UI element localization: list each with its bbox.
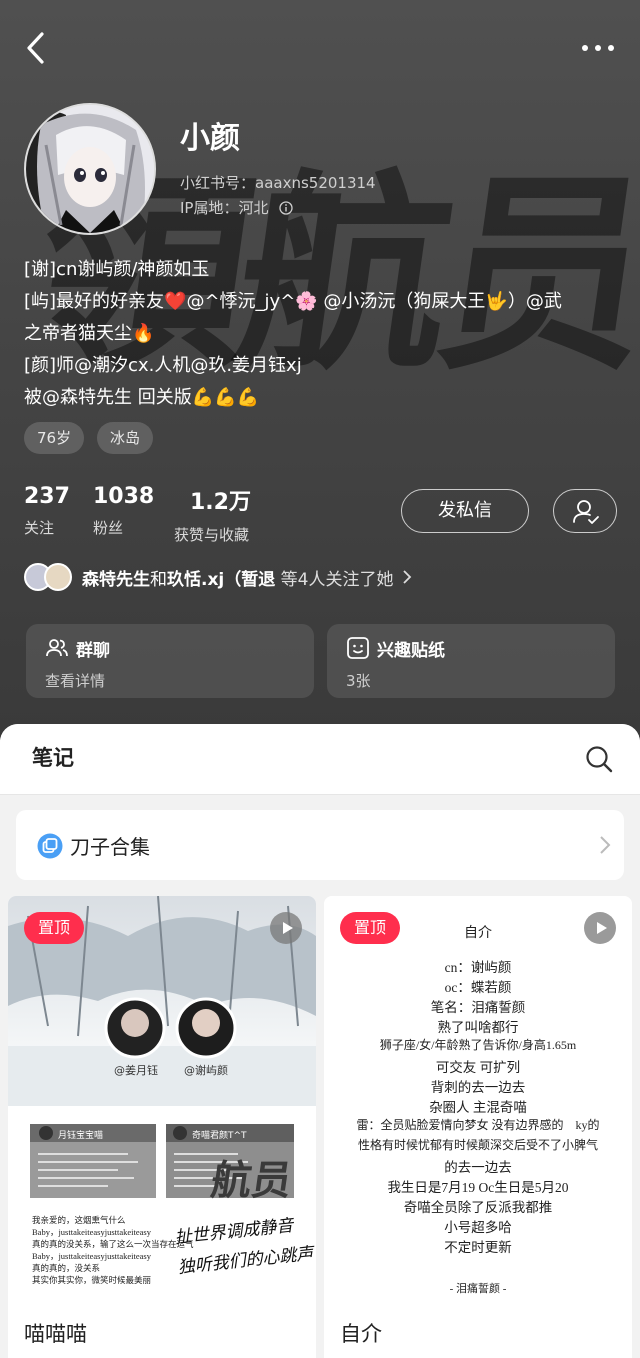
stat-followers[interactable]: 1038 粉丝 [93,484,154,538]
mutual-text: 森特先生和玖恬.xj（暂退 等4人关注了她 [82,565,394,590]
bio-line: [颜]师@潮汐cx.人机@玖.姜月钰xj [24,355,302,376]
tag-location: 冰岛 [97,422,154,454]
intro-line: 奇喵全员除了反派我都推 [403,1200,553,1215]
back-arrow-icon[interactable] [22,28,52,68]
ip-location-text: IP属地：河北 [180,199,269,217]
chevron-right-icon [402,570,411,584]
avatar-label: @谢屿颜 [184,1064,228,1077]
intro-line: 小号超多哈 [444,1220,512,1235]
stat-followers-label: 粉丝 [93,519,124,537]
sticker-card[interactable]: 兴趣贴纸 3张 [327,624,615,698]
bio-line: 之帝者猫天尘🔥 [24,323,155,344]
intro-line: 雷：全员贴脸爱情向梦女 没有边界感的 ky的 [356,1118,600,1132]
bio-line: 被@森特先生 回关版💪💪💪 [24,387,259,408]
group-chat-card[interactable]: 群聊 查看详情 [26,624,314,698]
bio-line: [谢]cn谢屿颜/神颜如玉 [24,259,210,280]
intro-line: 笔名：泪痛誓颜 [430,1000,526,1015]
stat-following-label: 关注 [24,519,55,537]
group-chat-sub: 查看详情 [45,672,106,690]
intro-line: cn：谢屿颜 [444,960,512,975]
poem-line: 真的真的，没关系 [32,1263,101,1273]
tag-age: 76岁 [24,422,85,454]
ip-location: IP属地：河北 [180,197,293,218]
poem-block: 我亲爱的，这烟熏气什么 Baby，justtakeiteasyjusttakei… [32,1214,194,1286]
stat-following-count: 237 [24,484,70,509]
poem-line: 我亲爱的，这烟熏气什么 [32,1215,126,1225]
mutual-conj: 和 [150,569,167,590]
bio-line: [屿]最好的好亲友❤️@^悸沅_jy^🌸 @小汤沅（狗屎大王🤟）@武 [24,291,562,312]
avatar-illustration [26,105,154,233]
poem-line: 其实你其实你，微笑时候最美丽 [32,1275,152,1285]
stat-following[interactable]: 237 关注 [24,484,70,538]
intro-line: 狮子座/女/年龄熟了告诉你/身高1.65m [379,1038,577,1052]
stat-likes-label: 获赞与收藏 [174,526,250,544]
search-icon[interactable] [584,744,614,774]
profile-name: 小颜 [180,121,240,156]
intro-line: 熟了叫啥都行 [437,1020,519,1035]
mutual-name-2: 玖恬.xj（暂退 [167,569,276,590]
info-icon[interactable] [279,201,293,215]
panel-calligraphy: 航员 [208,1157,295,1204]
notes-panel: 笔记 刀子合集 @姜月钰 @谢屿颜 月钰宝宝喵 奇喵君颜T^T 航员 我亲爱的，… [0,724,640,1358]
pinned-badge: 置顶 [24,912,84,944]
note-cover: @姜月钰 @谢屿颜 月钰宝宝喵 奇喵君颜T^T 航员 我亲爱的，这烟熏气什么 B… [8,896,316,1306]
group-chat-title: 群聊 [76,641,110,661]
profile-bio: [谢]cn谢屿颜/神颜如玉 [屿]最好的好亲友❤️@^悸沅_jy^🌸 @小汤沅（… [24,254,614,414]
play-icon[interactable] [584,912,616,944]
panel-name: 奇喵君颜T^T [192,1131,247,1141]
mutual-name-1: 森特先生 [82,569,150,590]
pinned-badge: 置顶 [340,912,400,944]
stat-followers-count: 1038 [93,484,155,509]
follow-button[interactable] [553,489,617,533]
group-icon [46,639,68,657]
sticker-sub: 3张 [346,672,371,690]
intro-line: 可交友 可扩列 [435,1060,521,1075]
send-message-button[interactable]: 发私信 [401,489,529,533]
intro-line: 我生日是7月19 Oc生日是5月20 [387,1180,569,1195]
profile-id: 小红书号：aaaxns5201314 [180,174,376,192]
mutual-suffix: 等4人关注了她 [275,569,394,590]
poem-line: Baby，justtakeiteasyjusttakeiteasy [32,1251,151,1261]
avatar[interactable] [24,103,156,235]
profile-header: 領航员 小颜 小红书号：aaaxns5201314 IP属地：河北 [谢]cn谢… [0,0,640,740]
intro-line: 背刺的去一边去 [430,1080,526,1095]
chevron-right-icon [600,836,611,854]
note-title: 喵喵喵 [24,1322,87,1346]
intro-line: oc：蝶若颜 [444,980,512,995]
user-check-icon [573,500,599,524]
collection-item[interactable]: 刀子合集 [16,810,624,880]
intro-line: 杂圈人 主混奇喵 [429,1100,527,1115]
note-card[interactable]: 自介 cn：谢屿颜 oc：蝶若颜 笔名：泪痛誓颜 熟了叫啥都行 狮子座/女/年龄… [324,896,632,1358]
poem-line: Baby，justtakeiteasyjusttakeiteasy [32,1227,151,1237]
note-card[interactable]: @姜月钰 @谢屿颜 月钰宝宝喵 奇喵君颜T^T 航员 我亲爱的，这烟熏气什么 B… [8,896,316,1358]
notes-header: 笔记 [0,724,640,795]
mutual-followers[interactable]: 森特先生和玖恬.xj（暂退 等4人关注了她 [24,561,414,593]
stat-likes[interactable]: 1.2万 获赞与收藏 [174,484,251,545]
play-icon[interactable] [270,912,302,944]
intro-line: - 泪痛誓颜 - [449,1283,507,1295]
collection-label: 刀子合集 [70,835,150,859]
sticker-title: 兴趣贴纸 [377,641,445,661]
more-icon[interactable] [578,30,618,66]
note-title: 自介 [340,1322,382,1346]
intro-line: 性格有时候忧郁有时候颠深交后受不了小脾气 [357,1138,598,1152]
collection-icon [37,833,63,859]
panel-name: 月钰宝宝喵 [58,1131,104,1141]
stat-likes-count: 1.2万 [190,490,251,515]
intro-line: 的去一边去 [444,1160,512,1175]
tab-notes[interactable]: 笔记 [32,742,74,772]
note-cover: 自介 cn：谢屿颜 oc：蝶若颜 笔名：泪痛誓颜 熟了叫啥都行 狮子座/女/年龄… [324,896,632,1306]
poem-line: 真的真的没关系，输了这么一次当存在运气 [32,1239,194,1249]
mutual-avatar [44,563,72,591]
sticker-icon [347,637,369,659]
avatar-label: @姜月钰 [114,1064,158,1077]
intro-line: 不定时更新 [444,1240,512,1255]
